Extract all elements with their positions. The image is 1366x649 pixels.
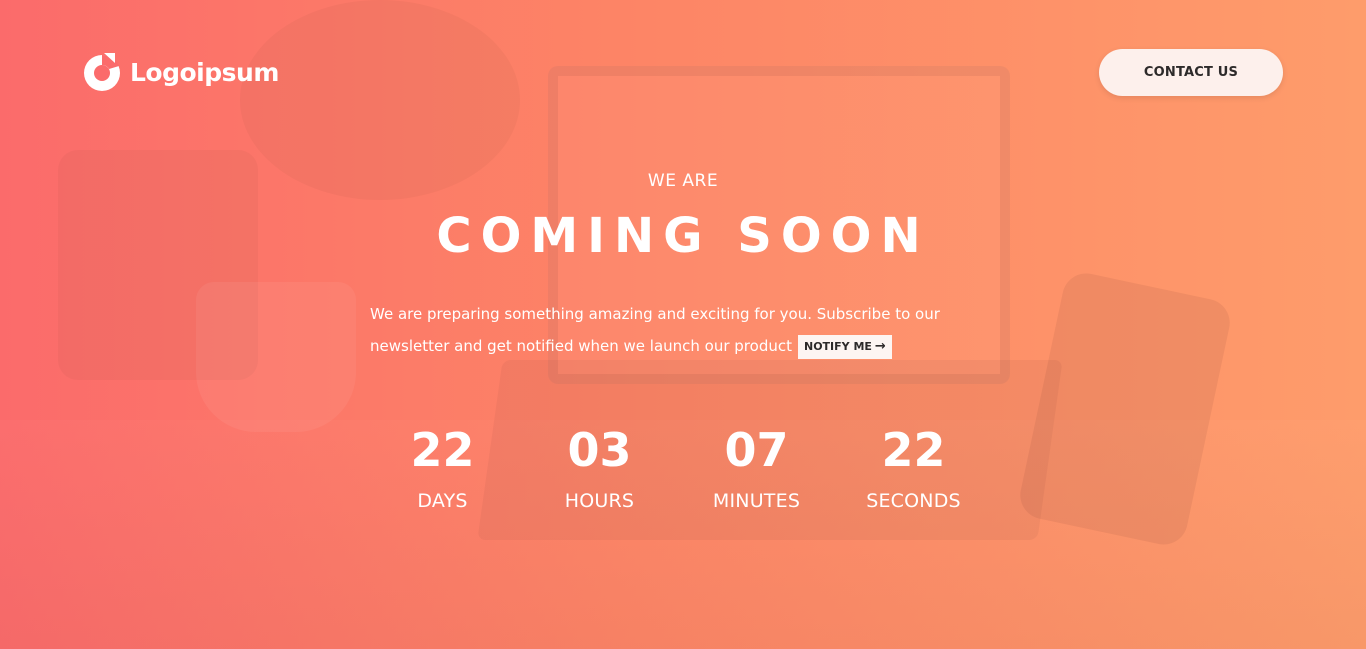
countdown-label: HOURS	[564, 490, 635, 512]
page-title: COMING SOON	[436, 208, 930, 264]
countdown-value: 22	[410, 423, 475, 477]
countdown-value: 03	[567, 423, 632, 477]
logo-link[interactable]: Logoipsum	[82, 52, 279, 92]
countdown-minutes: 07 MINUTES	[678, 422, 835, 512]
countdown-label: SECONDS	[866, 490, 961, 512]
logo-ring-icon	[84, 53, 120, 91]
site-header: Logoipsum CONTACT US	[82, 48, 1283, 96]
countdown-days: 22 DAYS	[364, 422, 521, 512]
background-cup	[196, 282, 356, 432]
contact-us-button[interactable]: CONTACT US	[1099, 48, 1283, 96]
logo-text: Logoipsum	[130, 57, 279, 87]
description: We are preparing something amazing and e…	[370, 298, 1010, 362]
countdown-hours: 03 HOURS	[521, 422, 678, 512]
notify-me-label: NOTIFY ME	[803, 340, 872, 353]
countdown-seconds: 22 SECONDS	[835, 422, 992, 512]
background-plant	[240, 0, 520, 200]
notify-me-button[interactable]: NOTIFY ME →	[797, 334, 892, 359]
description-line-2-text: newsletter and get notified when we laun…	[370, 337, 792, 355]
countdown-value: 22	[881, 423, 946, 477]
countdown-label: DAYS	[417, 490, 468, 512]
arrow-right-icon: →	[874, 339, 886, 354]
countdown-value: 07	[724, 423, 789, 477]
countdown-label: MINUTES	[712, 490, 801, 512]
countdown-timer: 22 DAYS 03 HOURS 07 MINUTES 22 SECONDS	[364, 422, 992, 512]
description-line-2: newsletter and get notified when we laun…	[370, 330, 1010, 362]
eyebrow-text: WE ARE	[647, 171, 719, 191]
description-line-1: We are preparing something amazing and e…	[370, 305, 940, 323]
